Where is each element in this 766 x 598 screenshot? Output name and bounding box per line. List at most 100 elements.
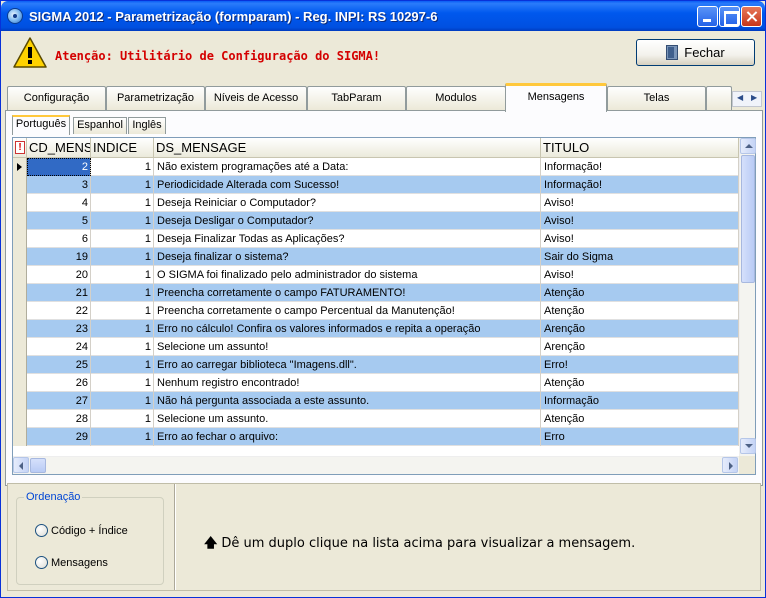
cell-titulo[interactable]: Aviso! [541, 212, 739, 230]
table-row[interactable]: 20 1 O SIGMA foi finalizado pelo administr… [13, 266, 739, 284]
cell-ds-mensage[interactable]: Selecione um assunto. [154, 410, 541, 428]
cell-cd-mensagem[interactable]: 20 [27, 266, 91, 284]
row-indicator[interactable] [13, 392, 27, 410]
subtab-portugues[interactable]: Português [12, 115, 70, 135]
table-row[interactable]: 29 1 Erro ao fechar o arquivo: Erro [13, 428, 739, 446]
cell-cd-mensagem[interactable]: 27 [27, 392, 91, 410]
table-row[interactable]: 23 1 Erro no cálculo! Confira os valores i… [13, 320, 739, 338]
table-row[interactable]: 25 1 Erro ao carregar biblioteca "Imagens.… [13, 356, 739, 374]
cell-titulo[interactable]: Erro! [541, 356, 739, 374]
row-indicator[interactable] [13, 176, 27, 194]
cell-titulo[interactable]: Informação [541, 392, 739, 410]
cell-indice[interactable]: 1 [91, 266, 154, 284]
row-indicator[interactable] [13, 158, 27, 176]
subtab-ingles[interactable]: Inglês [128, 117, 166, 134]
table-row[interactable]: 26 1 Nenhum registro encontrado! Atenção [13, 374, 739, 392]
cell-ds-mensage[interactable]: Não há pergunta associada a este assunto… [154, 392, 541, 410]
cell-cd-mensagem[interactable]: 4 [27, 194, 91, 212]
cell-cd-mensagem[interactable]: 23 [27, 320, 91, 338]
cell-cd-mensagem[interactable]: 6 [27, 230, 91, 248]
table-row[interactable]: 24 1 Selecione um assunto! Arenção [13, 338, 739, 356]
close-window-button[interactable] [741, 6, 762, 27]
row-indicator[interactable] [13, 428, 27, 446]
row-indicator[interactable] [13, 248, 27, 266]
cell-indice[interactable]: 1 [91, 230, 154, 248]
tab-scroll-left-icon[interactable]: ◀ [737, 93, 743, 102]
table-row[interactable]: 27 1 Não há pergunta associada a este assu… [13, 392, 739, 410]
table-row[interactable]: 28 1 Selecione um assunto. Atenção [13, 410, 739, 428]
table-row[interactable]: 2 1 Não existem programações até a Data: In… [13, 158, 739, 176]
cell-indice[interactable]: 1 [91, 212, 154, 230]
cell-indice[interactable]: 1 [91, 392, 154, 410]
table-row[interactable]: 5 1 Deseja Desligar o Computador? Aviso! [13, 212, 739, 230]
cell-ds-mensage[interactable]: Não existem programações até a Data: [154, 158, 541, 176]
table-row[interactable]: 6 1 Deseja Finalizar Todas as Aplicações? A… [13, 230, 739, 248]
fechar-button[interactable]: Fechar [636, 39, 755, 66]
cell-ds-mensage[interactable]: Selecione um assunto! [154, 338, 541, 356]
col-header-cd-mensagem[interactable]: CD_MENSAGEM [27, 138, 91, 158]
tab-niveis-de-acesso[interactable]: Níveis de Acesso [205, 86, 307, 110]
messages-grid[interactable]: ! CD_MENSAGEM INDICE DS_MENSAGE TITULO 2… [12, 137, 756, 475]
cell-indice[interactable]: 1 [91, 356, 154, 374]
cell-cd-mensagem[interactable]: 24 [27, 338, 91, 356]
cell-indice[interactable]: 1 [91, 302, 154, 320]
row-indicator[interactable] [13, 410, 27, 428]
cell-titulo[interactable]: Atenção [541, 410, 739, 428]
cell-ds-mensage[interactable]: Periodicidade Alterada com Sucesso! [154, 176, 541, 194]
tab-scroll-buttons[interactable]: ◀ ▶ [732, 91, 762, 107]
radio-circle-icon[interactable] [35, 556, 48, 569]
horizontal-scroll-thumb[interactable] [30, 458, 46, 473]
row-indicator[interactable] [13, 212, 27, 230]
cell-titulo[interactable]: Atenção [541, 374, 739, 392]
scroll-left-icon[interactable] [13, 457, 29, 473]
row-indicator[interactable] [13, 338, 27, 356]
cell-indice[interactable]: 1 [91, 284, 154, 302]
cell-cd-mensagem[interactable]: 28 [27, 410, 91, 428]
row-indicator[interactable] [13, 194, 27, 212]
table-row[interactable]: 4 1 Deseja Reiniciar o Computador? Aviso! [13, 194, 739, 212]
row-indicator[interactable] [13, 266, 27, 284]
cell-ds-mensage[interactable]: Nenhum registro encontrado! [154, 374, 541, 392]
cell-indice[interactable]: 1 [91, 248, 154, 266]
cell-titulo[interactable]: Sair do Sigma [541, 248, 739, 266]
cell-cd-mensagem[interactable]: 26 [27, 374, 91, 392]
radio-circle-icon[interactable] [35, 524, 48, 537]
tab-mensagens[interactable]: Mensagens [505, 83, 607, 112]
cell-cd-mensagem[interactable]: 21 [27, 284, 91, 302]
radio-mensagens[interactable]: Mensagens [35, 556, 108, 572]
row-indicator[interactable] [13, 230, 27, 248]
cell-titulo[interactable]: Aviso! [541, 230, 739, 248]
col-header-ds-mensage[interactable]: DS_MENSAGE [154, 138, 541, 158]
row-indicator[interactable] [13, 356, 27, 374]
cell-indice[interactable]: 1 [91, 428, 154, 446]
cell-indice[interactable]: 1 [91, 194, 154, 212]
maximize-button[interactable] [719, 6, 740, 27]
title-bar[interactable]: SIGMA 2012 - Parametrização (formparam) … [1, 1, 765, 31]
cell-indice[interactable]: 1 [91, 410, 154, 428]
cell-titulo[interactable]: Aviso! [541, 194, 739, 212]
tab-scroll-right-icon[interactable]: ▶ [751, 93, 757, 102]
scroll-down-icon[interactable] [740, 438, 756, 454]
tab-telas[interactable]: Telas [607, 86, 706, 110]
col-header-titulo[interactable]: TITULO [541, 138, 739, 158]
col-header-indice[interactable]: INDICE [91, 138, 154, 158]
scroll-up-icon[interactable] [740, 138, 756, 154]
cell-indice[interactable]: 1 [91, 176, 154, 194]
tab-tabparam[interactable]: TabParam [307, 86, 406, 110]
cell-titulo[interactable]: Arenção [541, 338, 739, 356]
cell-ds-mensage[interactable]: Deseja Finalizar Todas as Aplicações? [154, 230, 541, 248]
cell-titulo[interactable]: Aviso! [541, 266, 739, 284]
cell-ds-mensage[interactable]: O SIGMA foi finalizado pelo administrado… [154, 266, 541, 284]
cell-ds-mensage[interactable]: Deseja Reiniciar o Computador? [154, 194, 541, 212]
tab-hidden-next[interactable] [706, 86, 732, 110]
cell-ds-mensage[interactable]: Erro no cálculo! Confira os valores info… [154, 320, 541, 338]
cell-cd-mensagem[interactable]: 29 [27, 428, 91, 446]
cell-cd-mensagem[interactable]: 5 [27, 212, 91, 230]
cell-ds-mensage[interactable]: Deseja Desligar o Computador? [154, 212, 541, 230]
row-indicator[interactable] [13, 302, 27, 320]
cell-cd-mensagem[interactable]: 2 [27, 158, 91, 176]
cell-titulo[interactable]: Informação! [541, 158, 739, 176]
app-icon[interactable] [7, 8, 23, 24]
horizontal-scrollbar[interactable] [13, 456, 739, 474]
cell-titulo[interactable]: Arenção [541, 320, 739, 338]
